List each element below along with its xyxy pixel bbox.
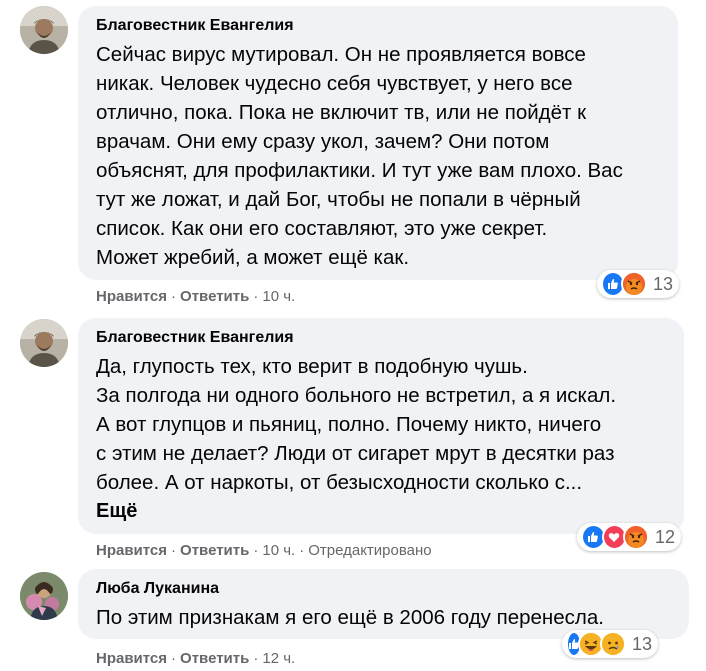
reaction-count: 13: [652, 273, 673, 294]
avatar-image: [20, 572, 68, 620]
separator-dot: ·: [171, 288, 177, 305]
author-name[interactable]: Люба Луканина: [96, 579, 673, 599]
see-more-link[interactable]: Ещё: [96, 498, 668, 524]
reactions-summary[interactable]: 13: [562, 630, 658, 658]
comment-bubble: Благовестник Евангелия Сейчас вирус мути…: [78, 6, 678, 280]
angry-reaction-icon: [620, 271, 647, 297]
avatar[interactable]: [20, 572, 68, 620]
like-button[interactable]: Нравится: [96, 650, 167, 667]
comment-actions: Нравится · Ответить · 12 ч.: [96, 649, 295, 669]
comment-bubble: Благовестник Евангелия Да, глупость тех,…: [78, 318, 684, 534]
author-name[interactable]: Благовестник Евангелия: [96, 16, 662, 36]
separator-dot: ·: [253, 542, 259, 559]
reply-button[interactable]: Ответить: [180, 650, 249, 667]
angry-reaction-icon: [622, 524, 649, 550]
comment-actions: Нравится · Ответить · 10 ч.: [96, 287, 295, 307]
avatar[interactable]: [20, 319, 68, 367]
reaction-count: 12: [654, 526, 675, 547]
edited-label[interactable]: Отредактировано: [308, 542, 431, 559]
reply-button[interactable]: Ответить: [180, 288, 249, 305]
avatar-image: [20, 6, 68, 54]
separator-dot: ·: [253, 288, 259, 305]
avatar-image: [20, 319, 68, 367]
comment-text: Сейчас вирус мутировал. Он не проявляетс…: [96, 43, 623, 269]
author-name[interactable]: Благовестник Евангелия: [96, 328, 668, 348]
comment-actions: Нравится · Ответить · 10 ч. · Отредактировано: [96, 541, 432, 561]
reactions-summary[interactable]: 12: [577, 523, 681, 551]
comment-text: Да, глупость тех, кто верит в подобную ч…: [96, 355, 617, 494]
comment-timestamp[interactable]: 10 ч.: [262, 542, 295, 559]
comment-timestamp[interactable]: 12 ч.: [262, 650, 295, 667]
separator-dot: ·: [171, 650, 177, 667]
comment-text: По этим признакам я его ещё в 2006 году …: [96, 606, 604, 629]
comment-timestamp[interactable]: 10 ч.: [262, 288, 295, 305]
reactions-summary[interactable]: 13: [597, 270, 679, 298]
avatar[interactable]: [20, 6, 68, 54]
like-button[interactable]: Нравится: [96, 542, 167, 559]
like-button[interactable]: Нравится: [96, 288, 167, 305]
separator-dot: ·: [253, 650, 259, 667]
sad-reaction-icon: [600, 631, 626, 657]
separator-dot: ·: [171, 542, 177, 559]
reply-button[interactable]: Ответить: [180, 542, 249, 559]
reaction-count: 13: [632, 633, 653, 654]
comment-bubble: Люба Луканина По этим признакам я его ещ…: [78, 569, 689, 639]
separator-dot: ·: [299, 542, 305, 559]
